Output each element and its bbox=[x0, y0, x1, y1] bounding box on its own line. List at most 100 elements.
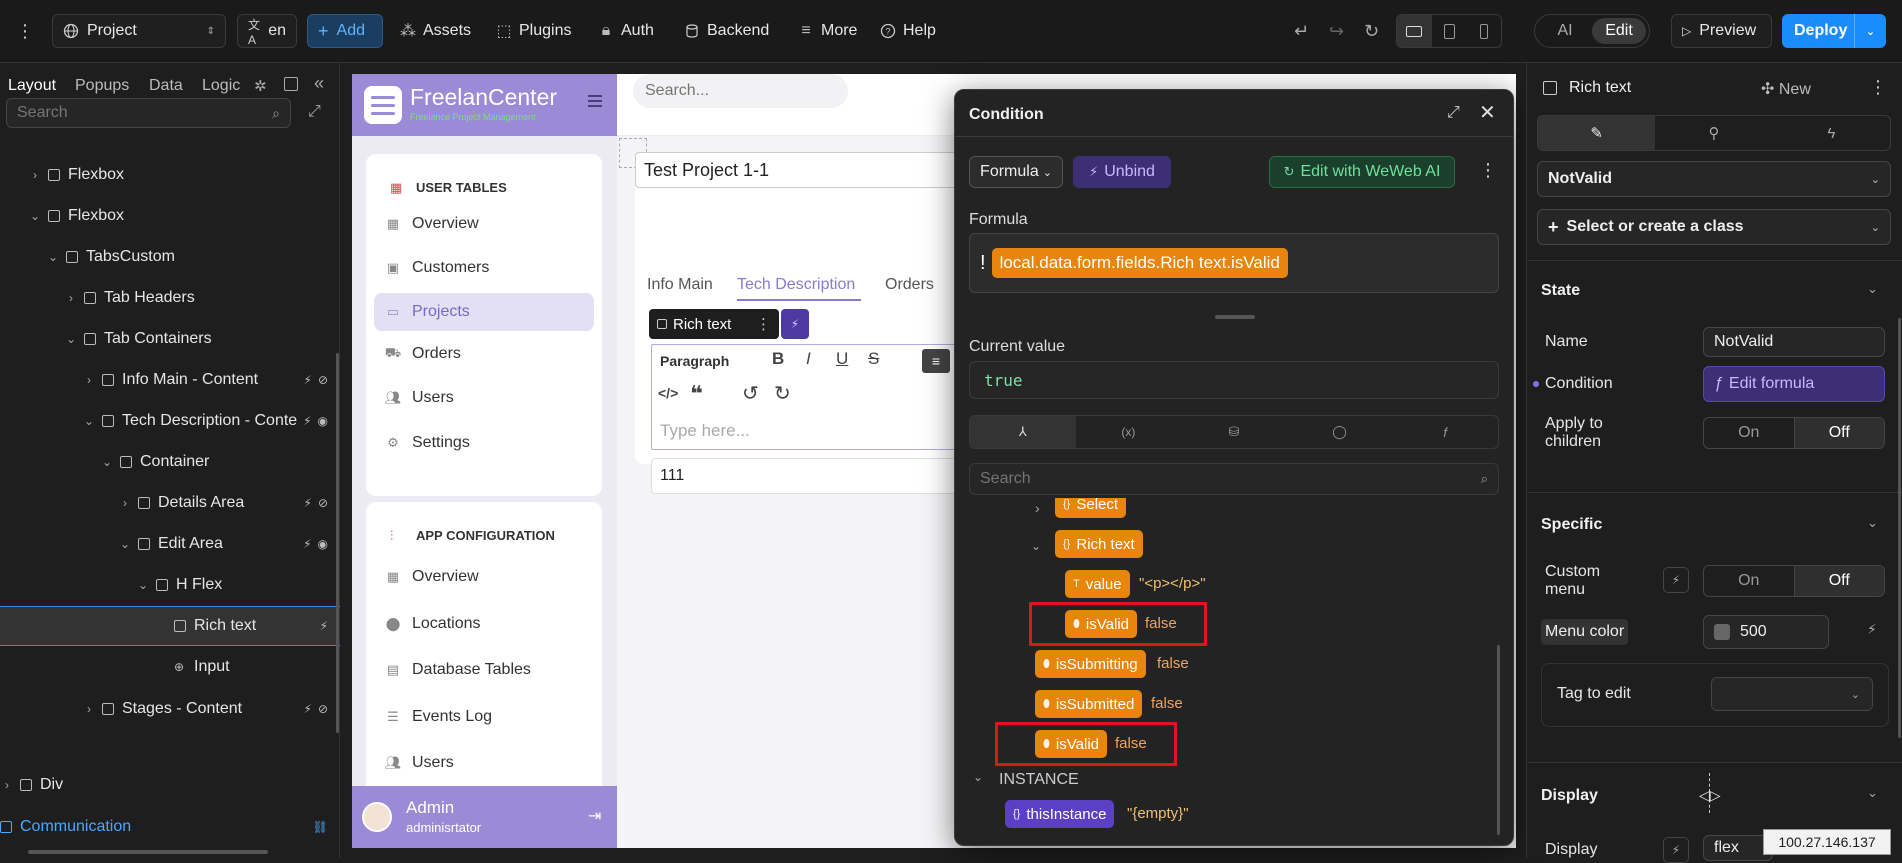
hamburger-icon[interactable] bbox=[588, 95, 602, 107]
tab-orders[interactable]: Orders bbox=[885, 276, 934, 294]
chevron-down-icon[interactable]: ⌄ bbox=[82, 414, 96, 428]
panel-layout-icon[interactable] bbox=[284, 77, 298, 91]
chevron-right-icon[interactable]: › bbox=[64, 291, 78, 305]
assets-button[interactable]: ⁂ Assets bbox=[400, 14, 471, 48]
tab-info-main[interactable]: Info Main bbox=[647, 276, 713, 294]
eye-off-icon[interactable]: ⊘ bbox=[318, 496, 328, 510]
chevron-down-icon[interactable]: ⌄ bbox=[1031, 539, 1041, 553]
chevron-down-icon[interactable]: ⌄ bbox=[64, 332, 78, 346]
strikethrough-icon[interactable]: S bbox=[868, 349, 879, 369]
menu-color-input[interactable]: 500 bbox=[1703, 615, 1829, 649]
add-button[interactable]: + Add bbox=[307, 14, 383, 48]
auth-button[interactable]: 🔒︎ Auth bbox=[598, 14, 654, 48]
tree-scrollbar[interactable] bbox=[1497, 645, 1500, 835]
tab-workflow-lightning-icon[interactable]: ϟ bbox=[1773, 116, 1890, 150]
nav-config-users[interactable]: 👥︎ Users bbox=[374, 744, 594, 782]
tree-node-thisinstance[interactable]: {} thisInstance bbox=[1005, 800, 1115, 828]
tree-item-communication[interactable]: Communication ⛓ bbox=[0, 807, 340, 847]
toggle-off[interactable]: Off bbox=[1793, 566, 1884, 596]
tag-to-edit-select[interactable]: ⌄ bbox=[1711, 677, 1873, 711]
mobile-view-button[interactable] bbox=[1466, 15, 1501, 47]
italic-icon[interactable]: I bbox=[806, 349, 811, 369]
bug-icon[interactable]: ✲ bbox=[254, 77, 267, 95]
tree-node-issubmitting[interactable]: ⬮ isSubmitting bbox=[1035, 650, 1146, 678]
chevron-down-icon[interactable]: ⌄ bbox=[118, 537, 132, 551]
tree-item[interactable]: › Stages - Content ⚡ ⊘ bbox=[0, 689, 340, 729]
nav-settings[interactable]: ⚙ Settings bbox=[374, 424, 594, 462]
resize-handle[interactable] bbox=[1215, 315, 1255, 319]
explorer-search-input[interactable] bbox=[980, 470, 1481, 488]
chevron-down-icon[interactable]: ⌄ bbox=[1867, 281, 1878, 297]
tree-node-select[interactable]: {} Select bbox=[1055, 498, 1127, 518]
chevron-down-icon[interactable]: ⌄ bbox=[1855, 25, 1886, 38]
chevron-right-icon[interactable]: › bbox=[82, 702, 96, 716]
chevron-right-icon[interactable]: › bbox=[1035, 500, 1040, 516]
bind-icon[interactable]: ⚡ bbox=[320, 619, 328, 633]
app-search-input[interactable] bbox=[645, 82, 835, 100]
state-select[interactable]: NotValid ⌄ bbox=[1537, 161, 1891, 197]
tree-item[interactable]: › Tab Headers bbox=[0, 278, 340, 318]
kebab-menu-icon[interactable]: ⋮ bbox=[1479, 160, 1497, 181]
nav-orders[interactable]: ⛟ Orders bbox=[374, 335, 594, 373]
plugins-button[interactable]: ⬚ Plugins bbox=[496, 14, 571, 48]
underline-icon[interactable]: U bbox=[836, 349, 848, 369]
tree-node-isvalid-field[interactable]: ⬮ isValid bbox=[1065, 610, 1137, 638]
eye-off-icon[interactable]: ⊘ bbox=[318, 702, 328, 716]
tree-item[interactable]: ⌄ TabsCustom bbox=[0, 237, 340, 277]
edit-formula-button[interactable]: ƒ Edit formula bbox=[1703, 366, 1885, 402]
ai-mode-button[interactable]: AI bbox=[1538, 22, 1592, 40]
editor-placeholder[interactable]: Type here... bbox=[660, 421, 750, 441]
tab-data[interactable]: Data bbox=[149, 77, 183, 95]
tab-popups[interactable]: Popups bbox=[75, 77, 129, 95]
toggle-on[interactable]: On bbox=[1704, 418, 1794, 448]
tab-variables-icon[interactable]: (x) bbox=[1076, 416, 1182, 448]
language-selector[interactable]: 文A en bbox=[237, 14, 297, 48]
chevron-right-icon[interactable]: › bbox=[28, 168, 42, 182]
selected-element-badge[interactable]: Rich text ⋮ bbox=[649, 309, 779, 339]
chevron-down-icon[interactable]: ⌄ bbox=[1867, 515, 1878, 531]
tree-item[interactable]: › Info Main - Content ⚡ ⊘ bbox=[0, 360, 340, 400]
edit-with-weweb-ai-button[interactable]: ↻ Edit with WeWeb AI bbox=[1269, 156, 1455, 188]
tab-tree-icon[interactable]: ⅄ bbox=[970, 416, 1076, 448]
tab-logic[interactable]: Logic bbox=[202, 77, 240, 95]
backend-button[interactable]: Backend bbox=[684, 14, 769, 48]
apply-to-children-toggle[interactable]: On Off bbox=[1703, 417, 1885, 449]
vertical-scrollbar[interactable] bbox=[336, 353, 339, 733]
deploy-button[interactable]: Deploy ⌄ bbox=[1782, 14, 1886, 48]
help-button[interactable]: ? Help bbox=[880, 14, 936, 48]
nav-users[interactable]: 👥︎ Users bbox=[374, 379, 594, 417]
vertical-scrollbar[interactable] bbox=[1898, 318, 1901, 738]
align-left-icon[interactable]: ≡ bbox=[922, 349, 950, 373]
tree-item[interactable]: ⊕ Input bbox=[0, 647, 340, 687]
tree-item[interactable]: ⌄ Container bbox=[0, 442, 340, 482]
logout-icon[interactable]: ⇥ bbox=[588, 806, 601, 826]
custom-menu-toggle[interactable]: On Off bbox=[1703, 565, 1885, 597]
horizontal-scrollbar[interactable] bbox=[28, 850, 268, 854]
class-select[interactable]: + Select or create a class ⌄ bbox=[1537, 209, 1891, 245]
bind-icon[interactable]: ⚡ bbox=[1663, 837, 1689, 863]
unbind-button[interactable]: ⚡ Unbind bbox=[1073, 156, 1171, 188]
tree-item[interactable]: ⌄ H Flex bbox=[0, 565, 340, 605]
formula-variable-chip[interactable]: local.data.form.fields.Rich text.isValid bbox=[991, 248, 1288, 278]
tab-user-icon[interactable]: ◯ bbox=[1287, 416, 1393, 448]
bind-icon[interactable]: ⚡ bbox=[304, 373, 312, 387]
bind-icon[interactable]: ⚡ bbox=[1663, 567, 1689, 593]
tree-node-rich-text[interactable]: {} Rich text bbox=[1055, 530, 1143, 558]
kebab-menu-icon[interactable]: ⋮ bbox=[756, 315, 771, 333]
chevron-down-icon[interactable]: ⌄ bbox=[46, 250, 60, 264]
unbind-icon[interactable]: ⚡ bbox=[1867, 621, 1877, 638]
desktop-view-button[interactable] bbox=[1397, 15, 1432, 47]
tree-item[interactable]: Rich text ⚡ bbox=[0, 606, 340, 646]
eye-icon[interactable]: ◉ bbox=[318, 414, 328, 428]
formula-mode-select[interactable]: Formula ⌄ bbox=[969, 156, 1063, 188]
tab-database-icon[interactable]: ⛁ bbox=[1181, 416, 1287, 448]
chevron-down-icon[interactable]: ⌄ bbox=[973, 770, 983, 784]
nav-locations[interactable]: ⬤ Locations bbox=[374, 605, 594, 643]
toggle-on[interactable]: On bbox=[1704, 566, 1794, 596]
state-name-input[interactable]: NotValid bbox=[1703, 327, 1885, 357]
formula-editor[interactable]: ! local.data.form.fields.Rich text.isVal… bbox=[969, 233, 1499, 293]
tree-node-value[interactable]: Tvalue bbox=[1065, 570, 1130, 598]
redo-button[interactable]: ↪ bbox=[1329, 14, 1344, 48]
tablet-view-button[interactable] bbox=[1432, 15, 1467, 47]
chevron-right-icon[interactable]: › bbox=[118, 496, 132, 510]
